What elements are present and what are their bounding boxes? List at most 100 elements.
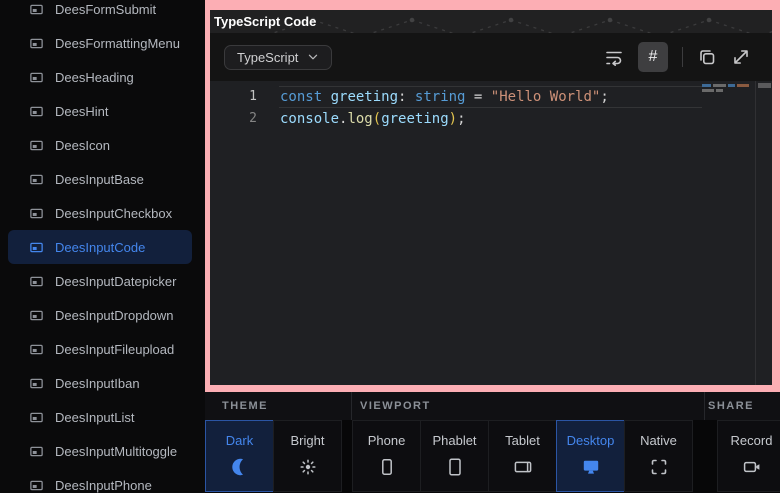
phablet-icon	[445, 457, 465, 477]
sidebar-item-deesinputcode[interactable]: DeesInputCode	[8, 230, 192, 264]
sidebar-item-deesinputlist[interactable]: DeesInputList	[8, 400, 192, 434]
demo-wrapper: TypeScript Code TypeScript	[210, 10, 772, 385]
sidebar-item-label: DeesHint	[55, 104, 108, 119]
component-widget-icon	[29, 444, 44, 459]
sidebar-item-deesinputdropdown[interactable]: DeesInputDropdown	[8, 298, 192, 332]
panel-button-label: Desktop	[567, 433, 615, 448]
sidebar-item-label: DeesFormSubmit	[55, 2, 156, 17]
sidebar-list: DeesFormSubmit DeesFormattingMenu DeesHead…	[0, 0, 205, 493]
storybook-controls-panel: THEME VIEWPORT SHARE Dark Bright Phone Phab…	[205, 392, 780, 493]
sidebar-item-deesinputiban[interactable]: DeesInputIban	[8, 366, 192, 400]
scrollbar-thumb[interactable]	[758, 83, 771, 88]
code-lines: 1 const greeting: string = "Hello World";…	[210, 86, 772, 130]
component-sidebar: DeesFormSubmit DeesFormattingMenu DeesHead…	[0, 0, 205, 493]
moon-icon	[230, 457, 250, 477]
panel-buttons: Dark Bright Phone Phablet Tablet Desktop Nativ…	[205, 420, 780, 493]
copy-icon[interactable]	[697, 47, 717, 67]
editor-scrollbar[interactable]	[755, 81, 772, 385]
word-wrap-icon[interactable]	[604, 47, 624, 67]
component-widget-icon	[29, 138, 44, 153]
chevron-down-icon	[307, 51, 319, 63]
demo-title: TypeScript Code	[210, 10, 772, 33]
line-numbers-toggle-button[interactable]: #	[638, 42, 668, 72]
line-number: 2	[210, 108, 257, 130]
sidebar-item-label: DeesInputPhone	[55, 478, 152, 493]
panel-button-label: Tablet	[505, 433, 540, 448]
panel-button-label: Record	[731, 433, 773, 448]
component-widget-icon	[29, 206, 44, 221]
sidebar-item-deesinputdatepicker[interactable]: DeesInputDatepicker	[8, 264, 192, 298]
theme-section-label: THEME	[222, 392, 268, 420]
panel-button-label: Phablet	[432, 433, 476, 448]
bright-button[interactable]: Bright	[273, 420, 342, 492]
toolbar-divider	[682, 47, 683, 67]
phone-button[interactable]: Phone	[352, 420, 421, 492]
line-number: 1	[210, 86, 257, 108]
sidebar-item-label: DeesInputDatepicker	[55, 274, 176, 289]
tablet-button[interactable]: Tablet	[488, 420, 557, 492]
code-line-2[interactable]: 2console.log(greeting);	[210, 108, 772, 130]
dark-button[interactable]: Dark	[205, 420, 274, 492]
tablet-icon	[513, 457, 533, 477]
code-text: const greeting: string = "Hello World";	[280, 86, 609, 108]
phone-icon	[377, 457, 397, 477]
sidebar-item-deeshint[interactable]: DeesHint	[8, 94, 192, 128]
component-widget-icon	[29, 274, 44, 289]
sidebar-item-label: DeesFormattingMenu	[55, 36, 180, 51]
sidebar-item-deesformsubmit[interactable]: DeesFormSubmit	[8, 0, 192, 26]
fullscreen-expand-icon[interactable]	[731, 47, 751, 67]
component-widget-icon	[29, 478, 44, 493]
component-widget-icon	[29, 104, 44, 119]
share-section-label: SHARE	[708, 392, 754, 420]
component-widget-icon	[29, 240, 44, 255]
component-widget-icon	[29, 410, 44, 425]
sidebar-item-deesinputbase[interactable]: DeesInputBase	[8, 162, 192, 196]
demo-frame: TypeScript Code TypeScript	[205, 0, 780, 392]
language-select-label: TypeScript	[237, 50, 298, 65]
sidebar-item-label: DeesInputMultitoggle	[55, 444, 177, 459]
panel-button-label: Bright	[291, 433, 325, 448]
code-editor[interactable]: 1 const greeting: string = "Hello World";…	[210, 81, 772, 385]
sidebar-item-deesicon[interactable]: DeesIcon	[8, 128, 192, 162]
header-divider	[704, 392, 705, 420]
panel-button-label: Dark	[226, 433, 253, 448]
component-widget-icon	[29, 70, 44, 85]
component-widget-icon	[29, 376, 44, 391]
panel-button-label: Native	[640, 433, 677, 448]
phablet-button[interactable]: Phablet	[420, 420, 489, 492]
sidebar-item-label: DeesInputDropdown	[55, 308, 174, 323]
sidebar-item-deesheading[interactable]: DeesHeading	[8, 60, 192, 94]
code-toolbar: TypeScript	[210, 33, 772, 81]
sidebar-item-label: DeesInputFileupload	[55, 342, 174, 357]
code-input-component: TypeScript	[210, 33, 772, 385]
component-widget-icon	[29, 308, 44, 323]
desktop-button[interactable]: Desktop	[556, 420, 625, 492]
panel-header: THEME VIEWPORT SHARE	[205, 392, 780, 420]
sidebar-item-deesinputphone[interactable]: DeesInputPhone	[8, 468, 192, 493]
native-corners-icon	[649, 457, 669, 477]
sidebar-item-label: DeesInputIban	[55, 376, 140, 391]
hash-icon: #	[649, 48, 658, 66]
record-icon	[742, 457, 762, 477]
minimap[interactable]	[702, 84, 752, 94]
sidebar-item-label: DeesIcon	[55, 138, 110, 153]
native-button[interactable]: Native	[624, 420, 693, 492]
record-button[interactable]: Record	[717, 420, 780, 492]
sidebar-item-label: DeesInputCheckbox	[55, 206, 172, 221]
sidebar-item-label: DeesInputCode	[55, 240, 145, 255]
component-widget-icon	[29, 2, 44, 17]
code-line-1[interactable]: 1 const greeting: string = "Hello World";	[210, 86, 772, 108]
component-widget-icon	[29, 172, 44, 187]
sidebar-item-deesformattingmenu[interactable]: DeesFormattingMenu	[8, 26, 192, 60]
sidebar-item-label: DeesHeading	[55, 70, 134, 85]
language-select[interactable]: TypeScript	[224, 45, 332, 70]
toolbar-actions: #	[604, 42, 751, 72]
sidebar-item-deesinputcheckbox[interactable]: DeesInputCheckbox	[8, 196, 192, 230]
panel-button-label: Phone	[368, 433, 406, 448]
sidebar-item-label: DeesInputList	[55, 410, 135, 425]
component-widget-icon	[29, 342, 44, 357]
sidebar-item-label: DeesInputBase	[55, 172, 144, 187]
sidebar-item-deesinputfileupload[interactable]: DeesInputFileupload	[8, 332, 192, 366]
sidebar-item-deesinputmultitoggle[interactable]: DeesInputMultitoggle	[8, 434, 192, 468]
header-divider	[351, 392, 352, 420]
